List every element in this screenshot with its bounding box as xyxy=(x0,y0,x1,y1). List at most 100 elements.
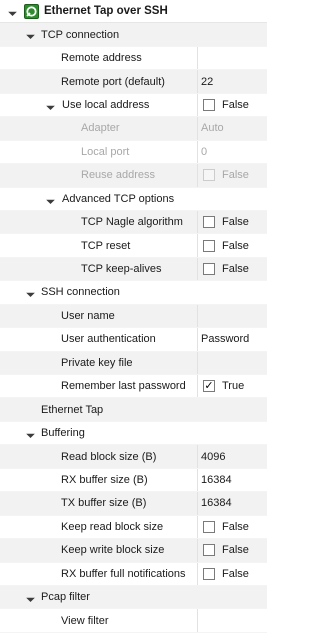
checkbox[interactable] xyxy=(203,520,215,533)
property-row-rx-buffer-size[interactable]: RX buffer size (B) 16384 xyxy=(0,468,267,493)
property-value-text: Password xyxy=(201,333,250,346)
property-value-tcp-keep-alives[interactable]: False xyxy=(197,257,267,281)
property-row-reuse-address[interactable]: Reuse address False xyxy=(0,164,267,188)
property-row-buffering[interactable]: ◢ Buffering xyxy=(0,422,267,446)
property-label: TCP connection xyxy=(41,28,120,41)
property-row-tcp-keep-alives[interactable]: TCP keep-alives False xyxy=(0,257,267,282)
property-row-remote-address[interactable]: Remote address xyxy=(0,46,267,71)
property-row-view-filter[interactable]: View filter xyxy=(0,609,267,633)
property-label: Read block size (B) xyxy=(61,450,157,463)
property-value-remote-address[interactable] xyxy=(197,46,267,70)
property-value-user-authentication[interactable]: Password xyxy=(197,328,267,351)
property-label: TCP reset xyxy=(81,239,131,252)
property-value-tx-buffer-size[interactable]: 16384 xyxy=(197,492,267,515)
property-row-ssh-connection[interactable]: ◢ SSH connection xyxy=(0,281,267,305)
property-value-rx-buffer-size[interactable]: 16384 xyxy=(197,468,267,492)
checkbox[interactable]: ✓ xyxy=(203,379,215,393)
checkbox[interactable] xyxy=(203,544,215,557)
property-value-text: False xyxy=(222,544,249,557)
property-row-user-authentication[interactable]: User authentication Password xyxy=(0,328,267,352)
property-label: Ethernet Tap xyxy=(41,403,104,416)
property-label: Ethernet Tap over SSH xyxy=(44,5,168,18)
property-row-read-block-size[interactable]: Read block size (B) 4096 xyxy=(0,445,267,469)
property-row-ethernet-tap[interactable]: Ethernet Tap xyxy=(0,398,267,422)
property-value-text: False xyxy=(222,567,249,580)
property-row-advanced-tcp-options[interactable]: ◢ Advanced TCP options xyxy=(0,188,267,211)
property-label: Pcap filter xyxy=(41,591,90,604)
property-label: Keep write block size xyxy=(61,544,165,557)
property-value-text: True xyxy=(222,380,245,393)
property-value-adapter: Auto xyxy=(197,117,267,140)
property-value-text: False xyxy=(222,98,249,111)
checkbox[interactable] xyxy=(203,216,215,229)
checkbox[interactable] xyxy=(203,567,215,580)
property-label: Adapter xyxy=(81,122,120,135)
property-row-user-name[interactable]: User name xyxy=(0,304,267,329)
property-value-text: 0 xyxy=(201,145,208,158)
property-label: Remember last password xyxy=(61,380,186,393)
property-value-keep-read-block-size[interactable]: False xyxy=(197,515,267,539)
property-row-adapter[interactable]: Adapter Auto xyxy=(0,117,267,141)
property-label: User name xyxy=(61,309,115,322)
property-row-local-port[interactable]: Local port 0 xyxy=(0,140,267,165)
property-row-remember-last-password[interactable]: Remember last password ✓ True xyxy=(0,375,267,399)
property-label: View filter xyxy=(61,614,109,627)
property-label: Reuse address xyxy=(81,169,155,182)
property-value-tcp-nagle-algorithm[interactable]: False xyxy=(197,210,267,234)
checkbox[interactable] xyxy=(203,98,215,111)
property-value-text: 22 xyxy=(201,75,214,88)
property-value-text: 4096 xyxy=(201,450,226,463)
property-value-keep-write-block-size[interactable]: False xyxy=(197,539,267,562)
property-row-tx-buffer-size[interactable]: TX buffer size (B) 16384 xyxy=(0,492,267,516)
property-row-private-key-file[interactable]: Private key file xyxy=(0,351,267,375)
expand-arrow-icon[interactable]: ◢ xyxy=(38,92,64,118)
property-value-text: Auto xyxy=(201,122,224,135)
property-label: SSH connection xyxy=(41,286,120,299)
checkbox[interactable] xyxy=(203,239,215,252)
property-row-keep-write-block-size[interactable]: Keep write block size False xyxy=(0,539,267,563)
property-value-text: False xyxy=(222,216,249,229)
property-row-pcap-filter[interactable]: ◢ Pcap filter xyxy=(0,585,267,610)
property-label: TCP Nagle algorithm xyxy=(81,216,183,229)
property-label: RX buffer size (B) xyxy=(61,473,148,486)
property-value-text: False xyxy=(222,169,249,182)
property-row-tcp-nagle-algorithm[interactable]: TCP Nagle algorithm False xyxy=(0,210,267,235)
property-tree: ◢ Ethernet Tap over SSH ◢ TCP connection Rem… xyxy=(0,0,267,633)
property-value-view-filter[interactable] xyxy=(197,609,267,632)
property-label: Remote port (default) xyxy=(61,75,165,88)
property-row-remote-port[interactable]: Remote port (default) 22 xyxy=(0,70,267,94)
ethernet-tap-icon xyxy=(24,4,39,19)
property-value-read-block-size[interactable]: 4096 xyxy=(197,445,267,468)
property-value-text: False xyxy=(222,263,249,276)
property-label: Remote address xyxy=(61,52,142,65)
property-value-text: 16384 xyxy=(201,473,232,486)
property-label: Buffering xyxy=(41,427,85,440)
property-label: Use local address xyxy=(62,98,150,111)
checkbox[interactable] xyxy=(203,263,215,276)
property-value-private-key-file[interactable] xyxy=(197,351,267,374)
property-row-ethernet-tap-over-ssh[interactable]: ◢ Ethernet Tap over SSH xyxy=(0,0,267,24)
property-value-user-name[interactable] xyxy=(197,304,267,328)
property-label: Advanced TCP options xyxy=(62,192,175,205)
property-row-rx-buffer-full-notifications[interactable]: RX buffer full notifications False xyxy=(0,562,267,586)
property-row-use-local-address[interactable]: ◢ Use local address False xyxy=(0,92,267,118)
expand-arrow-icon[interactable]: ◢ xyxy=(38,186,64,212)
property-row-tcp-reset[interactable]: TCP reset False xyxy=(0,234,267,258)
property-value-text: False xyxy=(222,239,249,252)
property-value-remember-last-password[interactable]: ✓ True xyxy=(197,375,267,398)
property-value-remote-port[interactable]: 22 xyxy=(197,70,267,93)
property-value-use-local-address[interactable]: False xyxy=(197,93,267,117)
property-value-rx-buffer-full-notifications[interactable]: False xyxy=(197,562,267,585)
property-value-reuse-address: False xyxy=(197,164,267,187)
property-row-keep-read-block-size[interactable]: Keep read block size False xyxy=(0,515,267,540)
property-label: Keep read block size xyxy=(61,520,164,533)
property-row-tcp-connection[interactable]: ◢ TCP connection xyxy=(0,23,267,47)
property-value-local-port: 0 xyxy=(197,140,267,164)
property-value-tcp-reset[interactable]: False xyxy=(197,234,267,257)
checkmark-icon: ✓ xyxy=(204,379,214,392)
property-value-text: False xyxy=(222,520,249,533)
expand-arrow-icon[interactable]: ◢ xyxy=(0,0,26,24)
checkbox xyxy=(203,169,215,182)
property-label: TX buffer size (B) xyxy=(61,497,147,510)
property-label: RX buffer full notifications xyxy=(61,567,186,580)
